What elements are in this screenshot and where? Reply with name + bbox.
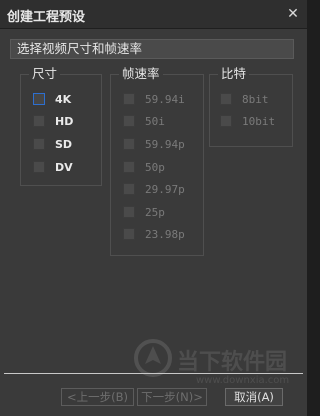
fps-option-50i[interactable]: 50i bbox=[123, 113, 165, 129]
fps-checkbox[interactable] bbox=[123, 228, 135, 240]
fps-group-label: 帧速率 bbox=[119, 67, 163, 81]
size-option-hd[interactable]: HD bbox=[33, 113, 73, 129]
fps-option-50p[interactable]: 50p bbox=[123, 159, 165, 175]
fps-label: 29.97p bbox=[145, 182, 185, 196]
fps-option-59-94i[interactable]: 59.94i bbox=[123, 91, 185, 107]
size-option-sd[interactable]: SD bbox=[33, 136, 72, 152]
size-label-dv: DV bbox=[55, 160, 73, 174]
fps-label: 23.98p bbox=[145, 227, 185, 241]
create-project-preset-dialog: 创建工程预设 ✕ 选择视频尺寸和帧速率 尺寸 4K HD SD DV 帧速率 5… bbox=[0, 0, 307, 416]
fps-label: 25p bbox=[145, 205, 165, 219]
bit-option-10bit[interactable]: 10bit bbox=[220, 113, 275, 129]
next-button[interactable]: 下一步(N)> bbox=[137, 388, 207, 406]
fps-label: 59.94p bbox=[145, 137, 185, 151]
bit-checkbox[interactable] bbox=[220, 115, 232, 127]
fps-checkbox[interactable] bbox=[123, 93, 135, 105]
bit-group-label: 比特 bbox=[218, 67, 250, 81]
cancel-button[interactable]: 取消(A) bbox=[225, 388, 283, 406]
dialog-title: 创建工程预设 bbox=[7, 10, 86, 25]
size-label-sd: SD bbox=[55, 137, 73, 151]
watermark-url: www.downxia.com bbox=[196, 375, 290, 386]
fps-checkbox[interactable] bbox=[123, 138, 135, 150]
fps-option-59-94p[interactable]: 59.94p bbox=[123, 136, 185, 152]
bit-option-8bit[interactable]: 8bit bbox=[220, 91, 269, 107]
prev-button[interactable]: <上一步(B) bbox=[61, 388, 134, 406]
size-group-label: 尺寸 bbox=[29, 67, 61, 81]
fps-checkbox[interactable] bbox=[123, 115, 135, 127]
footer-divider bbox=[4, 373, 303, 374]
size-option-4k[interactable]: 4K bbox=[33, 91, 71, 107]
fps-option-23-98p[interactable]: 23.98p bbox=[123, 226, 185, 242]
bit-group: 比特 8bit 10bit bbox=[209, 67, 293, 147]
section-header: 选择视频尺寸和帧速率 bbox=[10, 39, 294, 59]
size-checkbox-sd[interactable] bbox=[33, 138, 45, 150]
fps-label: 50i bbox=[145, 114, 165, 128]
title-bar: 创建工程预设 ✕ bbox=[0, 0, 307, 29]
bit-checkbox[interactable] bbox=[220, 93, 232, 105]
close-icon[interactable]: ✕ bbox=[285, 6, 301, 22]
fps-label: 50p bbox=[145, 160, 165, 174]
size-label-hd: HD bbox=[55, 114, 74, 128]
size-group: 尺寸 4K HD SD DV bbox=[20, 67, 102, 186]
size-checkbox-hd[interactable] bbox=[33, 115, 45, 127]
fps-checkbox[interactable] bbox=[123, 206, 135, 218]
fps-option-29-97p[interactable]: 29.97p bbox=[123, 181, 185, 197]
watermark-logo-icon bbox=[134, 339, 172, 377]
fps-checkbox[interactable] bbox=[123, 161, 135, 173]
size-checkbox-dv[interactable] bbox=[33, 161, 45, 173]
bit-label: 8bit bbox=[242, 92, 269, 106]
watermark-text: 当下软件园 bbox=[177, 350, 288, 375]
fps-group: 帧速率 59.94i 50i 59.94p 50p 29.97p 25p 23.… bbox=[110, 67, 204, 256]
size-option-dv[interactable]: DV bbox=[33, 159, 73, 175]
size-checkbox-4k[interactable] bbox=[33, 93, 45, 105]
bit-label: 10bit bbox=[242, 114, 276, 128]
size-label-4k: 4K bbox=[55, 92, 72, 106]
fps-option-25p[interactable]: 25p bbox=[123, 204, 165, 220]
fps-label: 59.94i bbox=[145, 92, 185, 106]
fps-checkbox[interactable] bbox=[123, 183, 135, 195]
